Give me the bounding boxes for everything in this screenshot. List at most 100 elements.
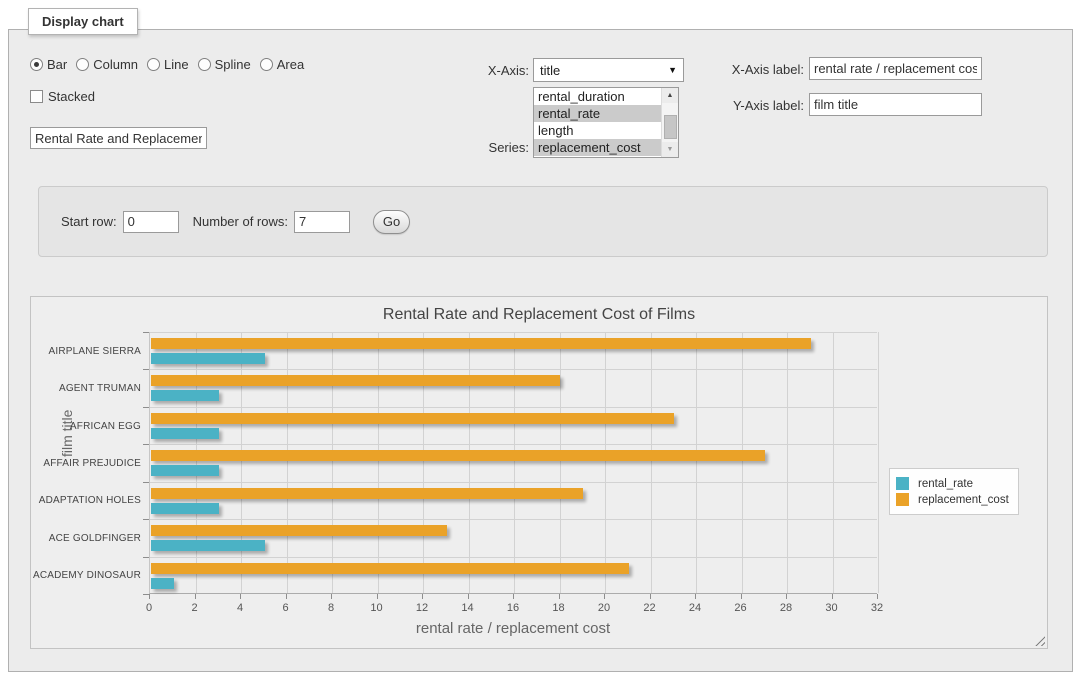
resize-handle-icon[interactable] [1033,634,1045,646]
x-tick-mark [832,594,833,599]
bar-rental_rate-academy-dinosaur [151,578,174,589]
x-tick-label: 24 [680,602,710,614]
chart-title: Rental Rate and Replacement Cost of Film… [31,306,1047,324]
bar-replacement_cost-ace-goldfinger [151,525,447,536]
gridline-x-4 [241,332,242,593]
chart-type-radio-line[interactable]: Line [147,57,189,72]
x-tick-label: 14 [453,602,483,614]
x-tick-label: 28 [771,602,801,614]
num-rows-label: Number of rows: [193,214,288,229]
x-tick-mark [741,594,742,599]
category-label: AIRPLANE SIERRA [31,346,141,357]
y-tick-mark [143,407,149,408]
scroll-down-icon[interactable]: ▼ [662,142,678,157]
x-tick-mark [513,594,514,599]
chart-type-radio-spline[interactable]: Spline [198,57,251,72]
x-axis-select[interactable]: title ▼ [533,58,684,82]
y-tick-mark [143,519,149,520]
x-tick-mark [786,594,787,599]
x-tick-mark [877,594,878,599]
chart-type-radio-area[interactable]: Area [260,57,304,72]
radio-label: Column [93,57,138,72]
legend-swatch-icon [896,493,909,506]
gridline-x-18 [560,332,561,593]
chart-type-radio-column[interactable]: Column [76,57,138,72]
x-tick-label: 12 [407,602,437,614]
chart-type-radio-bar[interactable]: Bar [30,57,67,72]
radio-button-icon[interactable] [147,58,160,71]
bar-replacement_cost-affair-prejudice [151,450,765,461]
chart-title-input[interactable] [30,127,207,149]
gridline-x-32 [878,332,879,593]
radio-button-icon[interactable] [198,58,211,71]
legend-item-rental_rate: rental_rate [896,477,1009,490]
bar-replacement_cost-african-egg [151,413,674,424]
gridline-x-28 [787,332,788,593]
bar-rental_rate-agent-truman [151,390,219,401]
x-tick-label: 22 [635,602,665,614]
listbox-scrollbar[interactable]: ▲ ▼ [661,88,678,157]
radio-label: Line [164,57,189,72]
radio-button-icon[interactable] [76,58,89,71]
stacked-checkbox-row: Stacked [30,89,95,104]
x-axis-label-input[interactable] [809,57,982,80]
stacked-checkbox[interactable] [30,90,43,103]
gridline-y [150,444,877,445]
gridline-x-20 [605,332,606,593]
x-tick-mark [149,594,150,599]
gridline-y [150,407,877,408]
chart-x-axis-title: rental rate / replacement cost [149,620,877,637]
scroll-up-icon[interactable]: ▲ [662,88,678,103]
x-tick-label: 26 [726,602,756,614]
radio-button-icon[interactable] [260,58,273,71]
x-tick-label: 16 [498,602,528,614]
start-row-label: Start row: [61,214,117,229]
gridline-y [150,369,877,370]
num-rows-input[interactable] [294,211,350,233]
y-tick-mark [143,557,149,558]
gridline-x-6 [287,332,288,593]
x-axis-select-label: X-Axis: [429,63,529,78]
x-tick-label: 20 [589,602,619,614]
category-label: ACE GOLDFINGER [31,533,141,544]
x-tick-mark [559,594,560,599]
x-tick-label: 0 [134,602,164,614]
go-button[interactable]: Go [373,210,410,234]
x-axis-selected-value: title [540,63,668,78]
gridline-x-22 [651,332,652,593]
y-axis-label-field-label: Y-Axis label: [709,98,804,113]
display-chart-fieldset: Display chart BarColumnLineSplineArea St… [8,29,1073,672]
series-option-rental_rate[interactable]: rental_rate [534,105,662,122]
gridline-x-12 [423,332,424,593]
radio-button-icon[interactable] [30,58,43,71]
start-row-input[interactable] [123,211,179,233]
chart-type-radio-group: Bar Column Line Spline Area [30,57,313,72]
chart-y-axis-title: film title [59,410,75,457]
series-option-rental_duration[interactable]: rental_duration [534,88,662,105]
series-option-length[interactable]: length [534,122,662,139]
x-tick-label: 8 [316,602,346,614]
x-tick-mark [468,594,469,599]
gridline-y [150,332,877,333]
series-listbox[interactable]: rental_durationrental_ratelengthreplacem… [533,87,679,158]
legend-label: rental_rate [918,478,973,490]
category-label: AFFAIR PREJUDICE [31,458,141,469]
y-axis-label-input[interactable] [809,93,982,116]
bar-replacement_cost-agent-truman [151,375,560,386]
y-tick-mark [143,482,149,483]
bar-rental_rate-african-egg [151,428,219,439]
gridline-x-14 [469,332,470,593]
gridline-y [150,482,877,483]
gridline-x-16 [514,332,515,593]
bar-rental_rate-affair-prejudice [151,465,219,476]
x-tick-label: 18 [544,602,574,614]
x-tick-label: 10 [362,602,392,614]
series-option-replacement_cost[interactable]: replacement_cost [534,139,662,156]
fieldset-legend: Display chart [28,8,138,35]
x-tick-label: 6 [271,602,301,614]
x-tick-label: 2 [180,602,210,614]
gridline-y [150,557,877,558]
gridline-x-26 [742,332,743,593]
scroll-thumb[interactable] [664,115,677,139]
x-axis-label-field-label: X-Axis label: [709,62,804,77]
